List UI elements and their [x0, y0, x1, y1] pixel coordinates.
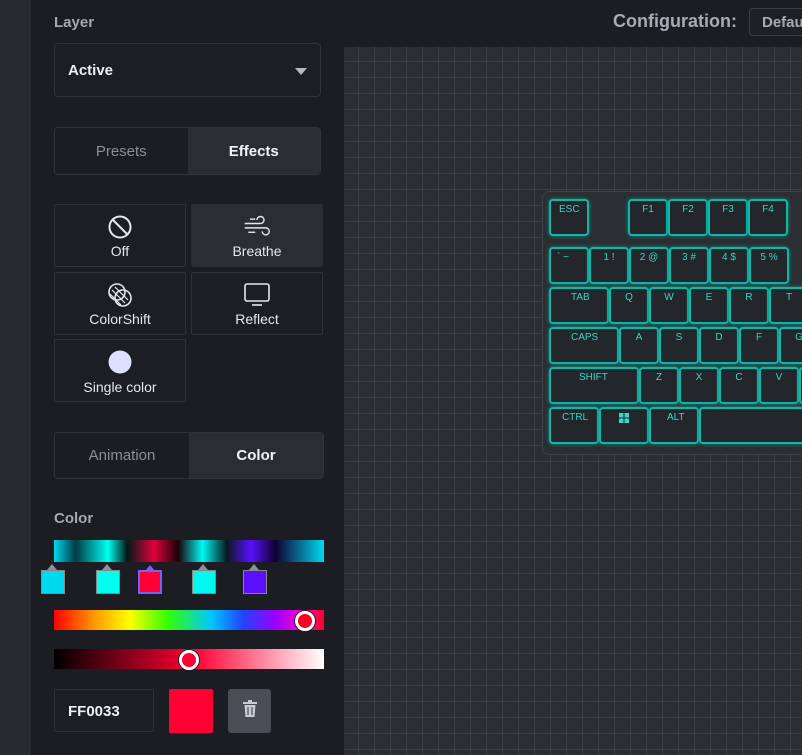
gradient-stop[interactable]: [41, 564, 65, 594]
configuration-value: Defau: [762, 14, 802, 31]
left-rail: [0, 0, 31, 755]
effect-breathe[interactable]: Breathe: [191, 204, 323, 267]
color-swatch: [169, 689, 213, 733]
key-2[interactable]: 2 @: [629, 247, 669, 284]
effect-single-color-label: Single color: [83, 379, 157, 395]
key-f4[interactable]: F4: [748, 199, 788, 236]
layer-label: Layer: [54, 14, 95, 31]
key-r[interactable]: R: [729, 287, 769, 324]
key-f[interactable]: F: [739, 327, 779, 364]
key-tilde[interactable]: ` ~: [549, 247, 589, 284]
key-tab[interactable]: TAB: [549, 287, 609, 324]
mode-tabs: Presets Effects: [54, 127, 321, 175]
gradient-stop[interactable]: [192, 564, 216, 594]
effect-reflect[interactable]: Reflect: [191, 272, 323, 335]
key-shift[interactable]: SHIFT: [549, 367, 639, 404]
key-f2[interactable]: F2: [668, 199, 708, 236]
key-f1[interactable]: F1: [628, 199, 668, 236]
effect-off-label: Off: [110, 243, 130, 259]
key-alt[interactable]: ALT: [649, 407, 699, 444]
layer-dropdown[interactable]: Active: [54, 43, 321, 97]
gradient-bar[interactable]: [54, 540, 324, 562]
key-e[interactable]: E: [689, 287, 729, 324]
top-bar: Configuration: Defau: [344, 0, 802, 47]
color-shift-icon: [106, 281, 134, 309]
key-g[interactable]: G: [779, 327, 802, 364]
tab-effects[interactable]: Effects: [187, 128, 320, 174]
key-t[interactable]: T: [769, 287, 802, 324]
monitor-icon: [243, 281, 271, 309]
effect-off[interactable]: Off: [54, 204, 186, 267]
delete-stop-button[interactable]: [228, 689, 271, 733]
effect-single-color[interactable]: Single color: [54, 339, 186, 402]
gradient-stop[interactable]: [243, 564, 267, 594]
windows-icon: [601, 413, 647, 426]
key-3[interactable]: 3 #: [669, 247, 709, 284]
key-d[interactable]: D: [699, 327, 739, 364]
key-win[interactable]: [599, 407, 649, 444]
gradient-stop[interactable]: [96, 564, 120, 594]
configuration-label: Configuration:: [613, 11, 737, 31]
lightness-slider-handle[interactable]: [179, 650, 199, 670]
key-caps[interactable]: CAPS: [549, 327, 619, 364]
key-a[interactable]: A: [619, 327, 659, 364]
key-s[interactable]: S: [659, 327, 699, 364]
key-v[interactable]: V: [759, 367, 799, 404]
key-ctrl[interactable]: CTRL: [549, 407, 599, 444]
settings-tabs: Animation Color: [54, 432, 324, 479]
wind-icon: [243, 213, 271, 241]
chevron-down-icon: [295, 68, 307, 75]
key-5[interactable]: 5 %: [749, 247, 789, 284]
key-z[interactable]: Z: [639, 367, 679, 404]
hex-input-value: FF0033: [68, 703, 120, 720]
trash-icon: [242, 699, 258, 723]
key-w[interactable]: W: [649, 287, 689, 324]
key-x[interactable]: X: [679, 367, 719, 404]
effect-reflect-label: Reflect: [235, 311, 279, 327]
tab-presets[interactable]: Presets: [55, 128, 188, 174]
prohibited-icon: [106, 213, 134, 241]
tab-color[interactable]: Color: [189, 433, 323, 478]
settings-panel: Layer Active Presets Effects Off Breathe…: [31, 0, 344, 755]
color-label: Color: [54, 510, 94, 527]
tab-animation[interactable]: Animation: [55, 433, 189, 478]
gradient-stop-selected[interactable]: [138, 565, 162, 594]
effect-colorshift[interactable]: ColorShift: [54, 272, 186, 335]
key-f3[interactable]: F3: [708, 199, 748, 236]
configuration-dropdown[interactable]: Defau: [749, 8, 802, 36]
key-q[interactable]: Q: [609, 287, 649, 324]
layer-dropdown-value: Active: [68, 62, 114, 79]
effect-breathe-label: Breathe: [232, 243, 282, 259]
key-space[interactable]: [699, 407, 802, 444]
key-esc[interactable]: ESC: [549, 199, 589, 236]
effect-colorshift-label: ColorShift: [89, 311, 151, 327]
hue-slider-handle[interactable]: [295, 611, 316, 631]
hue-slider[interactable]: [54, 610, 324, 630]
keyboard-preview: ESC F1 F2 F3 F4 ` ~ 1 ! 2 @ 3 # 4 $ 5 % …: [543, 192, 802, 454]
key-4[interactable]: 4 $: [709, 247, 749, 284]
key-1[interactable]: 1 !: [589, 247, 629, 284]
circle-icon: [106, 348, 134, 376]
key-c[interactable]: C: [719, 367, 759, 404]
hex-input[interactable]: FF0033: [54, 689, 154, 732]
